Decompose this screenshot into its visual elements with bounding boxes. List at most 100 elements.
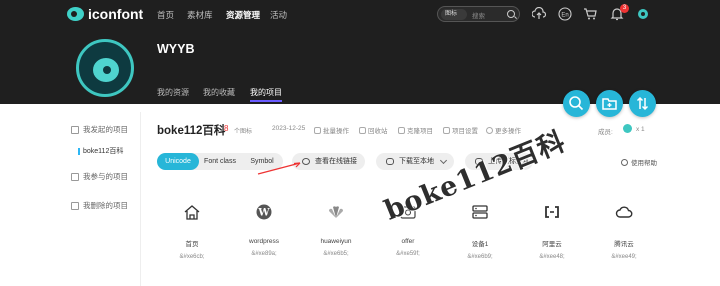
more-icon [486, 126, 493, 134]
server-icon [472, 205, 488, 219]
participate-icon [71, 172, 79, 181]
sidebar-item-label: 我删除的项目 [83, 201, 128, 210]
sort-fab-button[interactable] [629, 90, 656, 117]
icon-code: &#xe6b9; [467, 254, 493, 260]
annotation-arrow-icon [257, 162, 301, 175]
clone-icon [398, 126, 405, 134]
user-name: WYYB [157, 42, 195, 56]
search-box: 图标 搜索 [437, 6, 520, 22]
settings-icon [443, 126, 450, 134]
download-label: 下载至本地 [399, 158, 434, 165]
active-tab-indicator [250, 100, 282, 102]
notification-badge: 3 [620, 4, 629, 13]
tab-my-favorites[interactable]: 我的收藏 [203, 87, 235, 98]
tab-my-projects[interactable]: 我的项目 [250, 87, 282, 98]
nav-materials[interactable]: 素材库 [187, 9, 213, 21]
icon-card[interactable]: W wordpress &#xe89a; [234, 203, 294, 257]
icon-card[interactable]: huaweiyun &#xe6b5; [306, 203, 366, 257]
avatar [76, 39, 134, 97]
icon-card[interactable]: 设备1 &#xe6b9; [450, 203, 510, 260]
icon-code: &#xee49; [611, 254, 637, 260]
op-label: 项目设置 [452, 128, 478, 135]
icon-name: 阿里云 [542, 241, 562, 248]
language-icon[interactable]: En [558, 7, 572, 21]
icon-count-unit: 个图标 [234, 129, 253, 135]
op-label: 克隆项目 [407, 128, 433, 135]
help-icon [621, 158, 628, 166]
icon-name: wordpress [249, 238, 279, 245]
nav-home[interactable]: 首页 [157, 9, 174, 21]
user-avatar-icon[interactable] [636, 7, 650, 21]
batch-icon [314, 126, 321, 134]
brand-name: iconfont [88, 6, 144, 22]
sidebar-item-initiated[interactable]: 我发起的项目 [71, 124, 128, 135]
project-date: 2023-12-25 [272, 125, 306, 132]
sidebar-divider [140, 112, 141, 286]
iconfont-logo-icon [67, 7, 84, 21]
active-indicator [78, 147, 80, 155]
view-online-label: 查看在线链接 [315, 158, 357, 165]
iconfont-logo[interactable]: iconfont [67, 6, 143, 22]
op-label: 更多操作 [495, 128, 521, 135]
op-label: 批量操作 [323, 128, 349, 135]
icon-code: &#xe89a; [251, 251, 277, 257]
help-label: 使用帮助 [631, 160, 657, 167]
tab-unicode[interactable]: Unicode [157, 153, 199, 170]
add-folder-fab-button[interactable] [596, 90, 623, 117]
recycle-bin-button[interactable]: 回收站 [359, 125, 388, 135]
nav-resource-management[interactable]: 资源管理 [226, 9, 260, 21]
icon-code: &#xe59f; [396, 251, 420, 257]
op-label: 回收站 [368, 128, 388, 135]
svg-text:En: En [561, 13, 568, 19]
search-fab-button[interactable] [563, 90, 590, 117]
svg-text:W: W [257, 208, 270, 219]
more-operations-button[interactable]: 更多操作 [486, 125, 521, 135]
icon-name: offer [401, 238, 415, 245]
member-avatar[interactable] [623, 124, 632, 133]
download-icon [386, 158, 394, 165]
tencent-cloud-icon [615, 206, 633, 218]
wordpress-icon: W [256, 204, 272, 220]
sidebar-item-label: 我发起的项目 [83, 125, 128, 134]
sidebar-item-label: 我参与的项目 [83, 172, 128, 181]
sidebar-item-participated[interactable]: 我参与的项目 [71, 171, 128, 182]
search-icon [569, 96, 584, 111]
clone-project-button[interactable]: 克隆项目 [398, 125, 433, 135]
huawei-icon [328, 206, 344, 218]
project-settings-button[interactable]: 项目设置 [443, 125, 478, 135]
icon-name: huaweiyun [320, 238, 352, 245]
usage-help-link[interactable]: 使用帮助 [621, 157, 657, 167]
trash-icon [359, 126, 366, 134]
home-icon [184, 205, 200, 220]
folder-add-icon [602, 98, 617, 110]
delete-icon [71, 201, 79, 210]
search-icon[interactable] [507, 10, 515, 18]
icon-code: &#xee48; [539, 254, 565, 260]
aliyun-icon [545, 206, 559, 218]
icon-count: 8 [224, 124, 229, 133]
cart-icon[interactable] [583, 7, 597, 21]
upload-icon[interactable] [532, 7, 546, 21]
icon-code: &#xe6b5; [323, 251, 349, 257]
icon-name: 腾讯云 [614, 241, 634, 248]
members-label: 成员: [598, 129, 613, 136]
icon-card[interactable]: 阿里云 &#xee48; [522, 203, 582, 260]
icon-code: &#xe6cb; [179, 254, 205, 260]
sidebar-project-item[interactable]: boke112百科 [78, 146, 123, 156]
icon-name: 首页 [185, 241, 199, 248]
edit-icon [71, 125, 79, 134]
sidebar-project-label: boke112百科 [83, 148, 124, 155]
sort-icon [636, 96, 649, 111]
batch-operation-button[interactable]: 批量操作 [314, 125, 349, 135]
nav-activities[interactable]: 活动 [270, 9, 287, 21]
icon-card[interactable]: 腾讯云 &#xee49; [594, 203, 654, 260]
project-title: boke112百科 [157, 125, 226, 137]
icon-card[interactable]: 首页 &#xe6cb; [162, 203, 222, 260]
tab-font-class[interactable]: Font class [199, 153, 241, 170]
members-count: x 1 [636, 126, 645, 133]
search-input[interactable]: 搜索 [472, 10, 485, 20]
sidebar-item-deleted[interactable]: 我删除的项目 [71, 200, 128, 211]
search-type-select[interactable]: 图标 [441, 9, 467, 20]
tab-my-resources[interactable]: 我的资源 [157, 87, 189, 98]
top-navbar: iconfont 首页 素材库 资源管理 活动 图标 搜索 En 3 [0, 0, 720, 29]
